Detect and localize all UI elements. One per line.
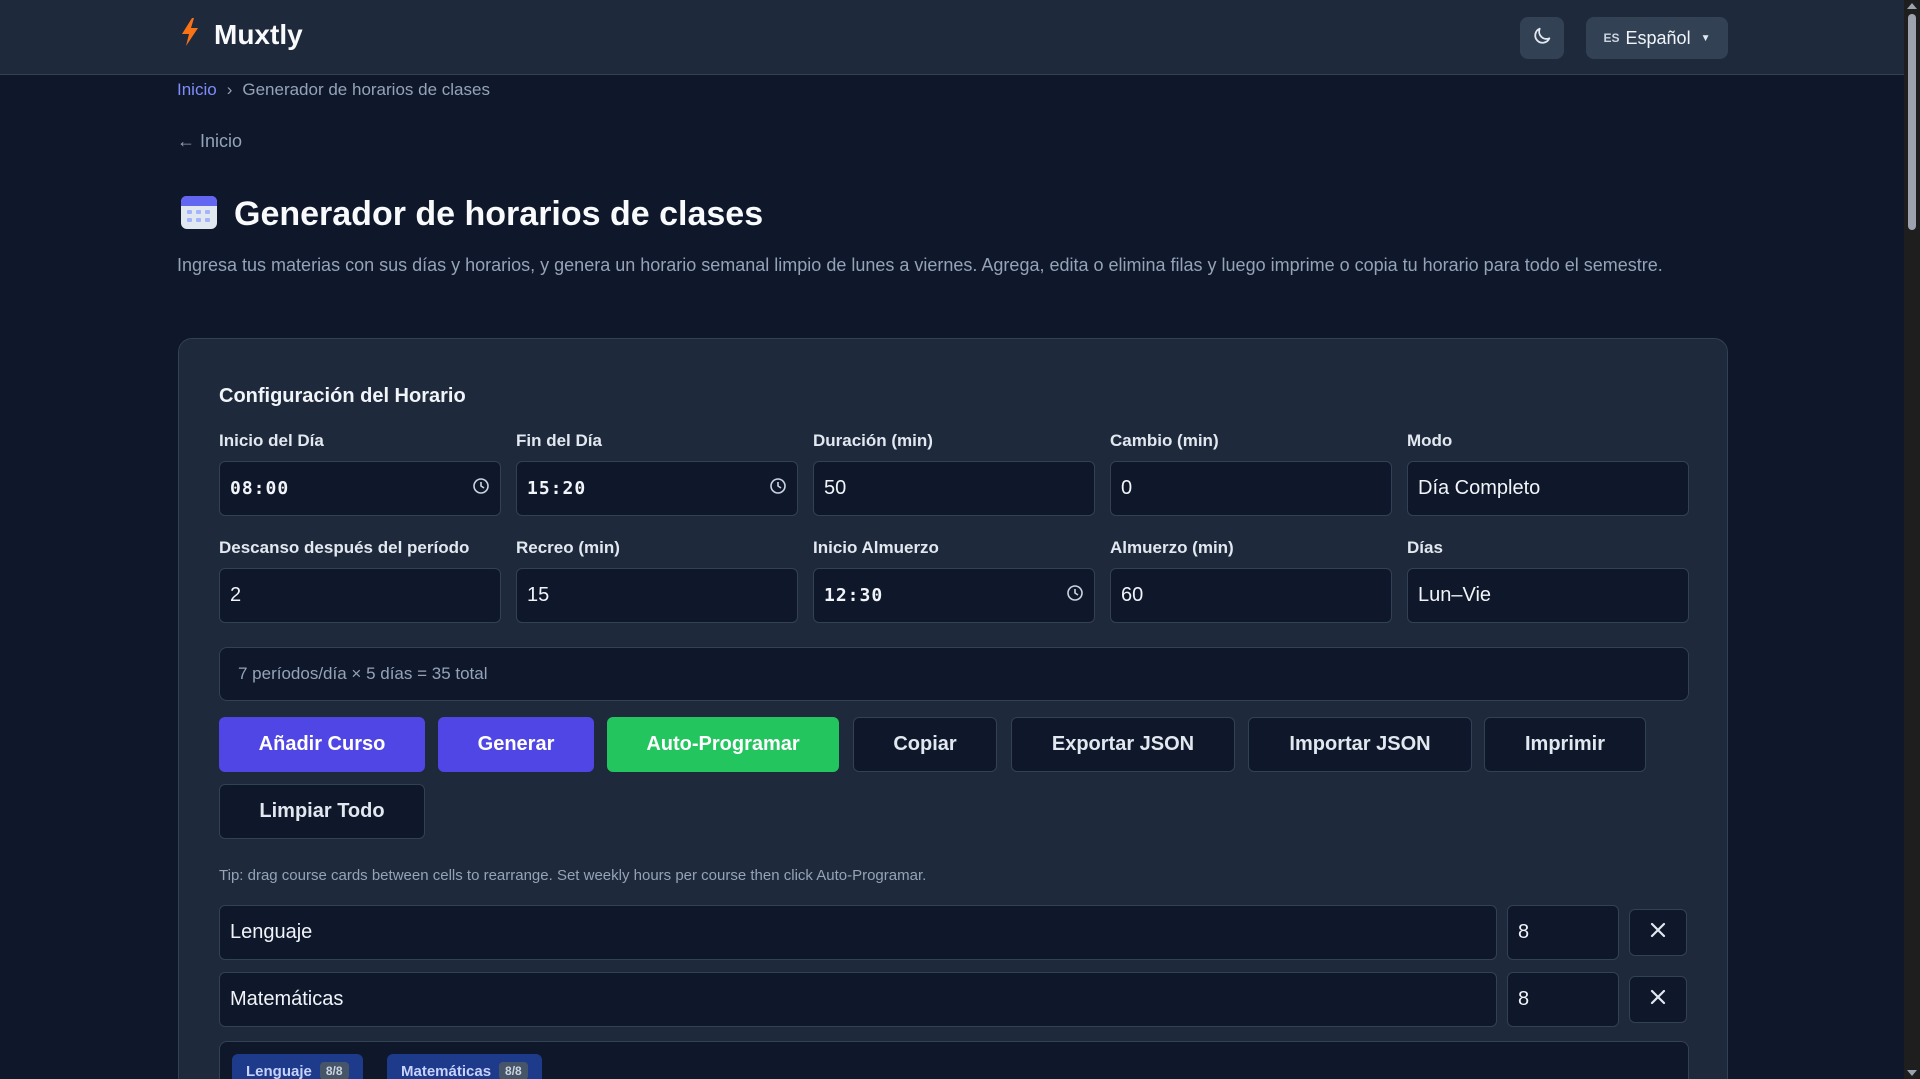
course-hours-value: 8 [1518, 988, 1530, 1010]
close-icon [1650, 922, 1666, 943]
calendar-icon [180, 193, 218, 236]
course-card-count: 8/8 [499, 1062, 528, 1079]
day-start-label: Inicio del Día [219, 431, 324, 450]
scroll-down-icon[interactable] [1907, 1070, 1917, 1076]
day-end-label: Fin del Día [516, 431, 602, 450]
theme-toggle-button[interactable] [1520, 17, 1564, 59]
lunch-start-label: Inicio Almuerzo [813, 538, 939, 557]
recess-field: Recreo (min) 15 [516, 538, 798, 623]
duration-value: 50 [824, 477, 847, 499]
mode-field: Modo Día Completo [1407, 431, 1689, 516]
break-after-label: Descanso después del período [219, 538, 470, 557]
breadcrumb-current: Generador de horarios de clases [242, 80, 490, 99]
generate-button[interactable]: Generar [438, 717, 594, 772]
lightning-icon [180, 18, 200, 51]
remove-course-button[interactable] [1629, 909, 1687, 956]
days-value: Lun–Vie [1418, 584, 1492, 606]
course-name-input[interactable]: Matemáticas [219, 972, 1497, 1027]
page-scrollbar[interactable] [1904, 0, 1920, 1079]
course-hours-input[interactable]: 8 [1507, 972, 1619, 1027]
schedule-summary: 7 períodos/día × 5 días = 35 total [219, 647, 1689, 701]
remove-course-button[interactable] [1629, 976, 1687, 1023]
tip-text: Tip: drag course cards between cells to … [219, 867, 927, 884]
lunch-value: 60 [1121, 584, 1144, 606]
day-start-value: 08:00 [230, 478, 290, 499]
course-card-label: Matemáticas [401, 1062, 492, 1079]
clear-all-button[interactable]: Limpiar Todo [219, 784, 425, 839]
days-label: Días [1407, 538, 1443, 557]
day-start-field: Inicio del Día 08:00 [219, 431, 501, 516]
lunch-label: Almuerzo (min) [1110, 538, 1234, 557]
page-description: Ingresa tus materias con sus días y hora… [177, 255, 1663, 275]
course-name-input[interactable]: Lenguaje [219, 905, 1497, 960]
course-row: Matemáticas 8 [219, 972, 1689, 1027]
course-row: Lenguaje 8 [219, 905, 1689, 960]
brand-logo-link[interactable]: Muxtly [180, 18, 303, 51]
course-card[interactable]: Lenguaje 8/8 [232, 1054, 363, 1079]
add-course-button[interactable]: Añadir Curso [219, 717, 425, 772]
back-link[interactable]: ← Inicio [177, 131, 242, 152]
change-value: 0 [1121, 477, 1133, 499]
copy-button[interactable]: Copiar [853, 717, 997, 772]
duration-label: Duración (min) [813, 431, 933, 450]
chevron-down-icon: ▼ [1700, 32, 1711, 44]
scroll-up-icon[interactable] [1907, 3, 1917, 9]
change-label: Cambio (min) [1110, 431, 1219, 450]
lunch-start-input[interactable]: 12:30 [813, 568, 1095, 623]
day-end-value: 15:20 [527, 478, 587, 499]
top-navbar: Muxtly ES Español ▼ [0, 0, 1904, 75]
lunch-input[interactable]: 60 [1110, 568, 1392, 623]
recess-value: 15 [527, 584, 550, 606]
lunch-field: Almuerzo (min) 60 [1110, 538, 1392, 623]
moon-icon [1531, 25, 1553, 52]
duration-field: Duración (min) 50 [813, 431, 1095, 516]
break-after-field: Descanso después del período 2 [219, 538, 501, 623]
recess-input[interactable]: 15 [516, 568, 798, 623]
breadcrumb: Inicio › Generador de horarios de clases [177, 80, 490, 100]
day-end-field: Fin del Día 15:20 [516, 431, 798, 516]
language-selector[interactable]: ES Español ▼ [1586, 17, 1728, 59]
days-field: Días Lun–Vie [1407, 538, 1689, 623]
clock-icon[interactable] [472, 477, 490, 500]
export-json-button[interactable]: Exportar JSON [1011, 717, 1235, 772]
course-card-label: Lenguaje [246, 1062, 312, 1079]
change-input[interactable]: 0 [1110, 461, 1392, 516]
page-heading: Generador de horarios de clases [234, 195, 764, 233]
course-card-pool: Lenguaje 8/8 Matemáticas 8/8 [219, 1041, 1689, 1079]
clock-icon[interactable] [769, 477, 787, 500]
mode-label: Modo [1407, 431, 1453, 450]
mode-value: Día Completo [1418, 477, 1541, 499]
change-field: Cambio (min) 0 [1110, 431, 1392, 516]
schedule-config-card: Configuración del Horario Inicio del Día… [178, 338, 1728, 1079]
breadcrumb-separator: › [226, 80, 233, 99]
page-title: Generador de horarios de clases [180, 193, 763, 236]
duration-input[interactable]: 50 [813, 461, 1095, 516]
scrollbar-thumb[interactable] [1908, 14, 1916, 230]
config-title: Configuración del Horario [219, 385, 466, 407]
close-icon [1650, 989, 1666, 1010]
course-name-value: Matemáticas [230, 988, 344, 1010]
lunch-start-field: Inicio Almuerzo 12:30 [813, 538, 1095, 623]
break-after-value: 2 [230, 584, 242, 606]
course-hours-input[interactable]: 8 [1507, 905, 1619, 960]
course-name-value: Lenguaje [230, 921, 313, 943]
import-json-button[interactable]: Importar JSON [1248, 717, 1472, 772]
course-card-count: 8/8 [319, 1062, 349, 1079]
days-select[interactable]: Lun–Vie [1407, 568, 1689, 623]
day-end-input[interactable]: 15:20 [516, 461, 798, 516]
language-code: ES [1603, 31, 1620, 45]
language-label: Español [1625, 27, 1691, 48]
auto-schedule-button[interactable]: Auto-Programar [607, 717, 839, 772]
print-button[interactable]: Imprimir [1484, 717, 1646, 772]
lunch-start-value: 12:30 [824, 585, 884, 606]
brand-name: Muxtly [214, 18, 303, 50]
day-start-input[interactable]: 08:00 [219, 461, 501, 516]
course-card[interactable]: Matemáticas 8/8 [387, 1054, 542, 1079]
clock-icon[interactable] [1066, 584, 1084, 607]
recess-label: Recreo (min) [516, 538, 620, 557]
breadcrumb-home-link[interactable]: Inicio [177, 80, 217, 100]
mode-select[interactable]: Día Completo [1407, 461, 1689, 516]
break-after-input[interactable]: 2 [219, 568, 501, 623]
course-hours-value: 8 [1518, 921, 1530, 943]
